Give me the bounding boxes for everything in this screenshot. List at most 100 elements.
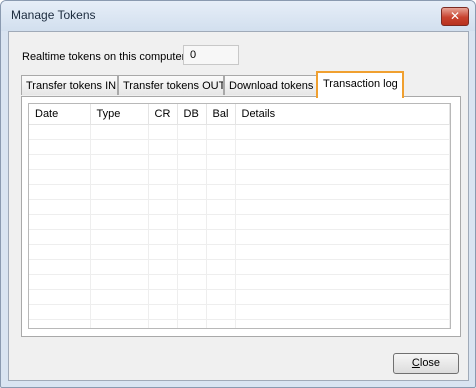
- column-header-type[interactable]: Type: [90, 104, 149, 125]
- table-row: [29, 289, 450, 305]
- table-cell: [148, 199, 178, 215]
- table-cell: [148, 304, 178, 320]
- column-header-cr[interactable]: CR: [148, 104, 178, 125]
- table-cell: [177, 244, 207, 260]
- table-cell: [235, 259, 450, 275]
- table-cell: [90, 229, 149, 245]
- table-cell: [148, 214, 178, 230]
- table-cell: [177, 184, 207, 200]
- table-row: [29, 214, 450, 230]
- table-cell: [206, 184, 236, 200]
- table-row: [29, 169, 450, 185]
- table-cell: [148, 259, 178, 275]
- table-row: [29, 244, 450, 260]
- table-cell: [235, 154, 450, 170]
- table-row: [29, 184, 450, 200]
- close-button[interactable]: Close: [393, 353, 459, 374]
- table-cell: [235, 304, 450, 320]
- tab-transaction-log[interactable]: Transaction log: [316, 71, 404, 98]
- table-cell: [177, 154, 207, 170]
- table-cell: [177, 214, 207, 230]
- tab-transfer-out[interactable]: Transfer tokens OUT: [118, 75, 224, 95]
- table-body: [29, 124, 450, 328]
- table-cell: [177, 139, 207, 155]
- table-row: [29, 139, 450, 155]
- realtime-tokens-field: 0: [183, 45, 239, 65]
- table-row: [29, 154, 450, 170]
- table-cell: [90, 289, 149, 305]
- table-cell: [90, 184, 149, 200]
- table-cell: [206, 214, 236, 230]
- table-cell: [206, 124, 236, 140]
- column-header-date[interactable]: Date: [29, 104, 91, 125]
- table-cell: [29, 184, 91, 200]
- transaction-log-panel: Date Type CR DB Bal Details: [21, 96, 461, 337]
- table-cell: [148, 274, 178, 290]
- manage-tokens-window: Manage Tokens ✕ Realtime tokens on this …: [0, 0, 476, 388]
- table-cell: [148, 244, 178, 260]
- table-cell: [29, 214, 91, 230]
- tab-transfer-in[interactable]: Transfer tokens IN: [21, 75, 118, 95]
- table-cell: [148, 229, 178, 245]
- table-cell: [206, 139, 236, 155]
- table-cell: [29, 199, 91, 215]
- table-cell: [148, 184, 178, 200]
- table-cell: [148, 169, 178, 185]
- close-button-label: Close: [411, 357, 441, 369]
- table-cell: [90, 139, 149, 155]
- table-cell: [177, 289, 207, 305]
- table-cell: [148, 139, 178, 155]
- table-cell: [206, 154, 236, 170]
- table-cell: [177, 229, 207, 245]
- table-cell: [235, 124, 450, 140]
- table-cell: [29, 244, 91, 260]
- table-cell: [90, 304, 149, 320]
- table-cell: [235, 184, 450, 200]
- title-bar[interactable]: Manage Tokens ✕: [1, 1, 475, 31]
- column-header-db[interactable]: DB: [177, 104, 207, 125]
- table-cell: [90, 214, 149, 230]
- table-cell: [206, 304, 236, 320]
- table-cell: [235, 229, 450, 245]
- column-header-bal[interactable]: Bal: [206, 104, 236, 125]
- transaction-log-table[interactable]: Date Type CR DB Bal Details: [28, 103, 451, 329]
- table-cell: [206, 259, 236, 275]
- tab-download-tokens[interactable]: Download tokens: [224, 75, 318, 95]
- table-cell: [235, 169, 450, 185]
- table-cell: [177, 274, 207, 290]
- table-cell: [29, 229, 91, 245]
- table-cell: [29, 139, 91, 155]
- table-cell: [29, 124, 91, 140]
- table-cell: [235, 319, 450, 328]
- table-cell: [90, 124, 149, 140]
- realtime-tokens-label: Realtime tokens on this computer:: [22, 51, 189, 63]
- table-cell: [177, 319, 207, 328]
- table-row: [29, 229, 450, 245]
- table-cell: [177, 259, 207, 275]
- window-title: Manage Tokens: [11, 8, 96, 22]
- table-cell: [235, 244, 450, 260]
- table-cell: [235, 199, 450, 215]
- column-header-details[interactable]: Details: [235, 104, 450, 125]
- table-cell: [90, 169, 149, 185]
- table-row: [29, 259, 450, 275]
- table-cell: [235, 289, 450, 305]
- window-close-icon[interactable]: ✕: [441, 7, 469, 26]
- table-cell: [29, 259, 91, 275]
- table-cell: [29, 154, 91, 170]
- table-cell: [177, 304, 207, 320]
- table-cell: [29, 169, 91, 185]
- table-cell: [90, 154, 149, 170]
- table-cell: [29, 289, 91, 305]
- table-row: [29, 274, 450, 290]
- table-row: [29, 304, 450, 320]
- table-cell: [29, 304, 91, 320]
- table-cell: [206, 289, 236, 305]
- table-cell: [90, 244, 149, 260]
- table-cell: [148, 154, 178, 170]
- table-cell: [90, 274, 149, 290]
- table-cell: [206, 229, 236, 245]
- table-cell: [235, 274, 450, 290]
- table-cell: [90, 319, 149, 328]
- table-row: [29, 124, 450, 140]
